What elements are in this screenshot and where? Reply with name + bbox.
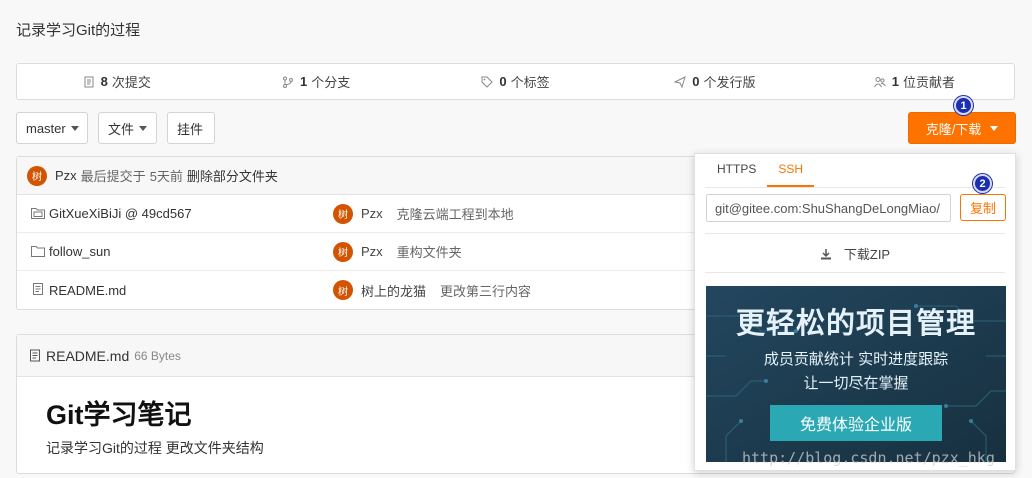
readme-filename: README.md bbox=[46, 347, 130, 364]
stat-releases-label: 个发行版 bbox=[703, 75, 756, 90]
tabs-divider bbox=[705, 187, 1005, 188]
branch-select-button[interactable]: master bbox=[16, 112, 88, 144]
annotation-marker-1: 1 bbox=[954, 96, 973, 115]
stat-commits-count: 8 bbox=[100, 74, 108, 89]
contributors-icon bbox=[873, 76, 886, 87]
stat-tags-count: 0 bbox=[499, 74, 507, 89]
file-commit-message[interactable]: 克隆云端工程到本地 bbox=[397, 204, 514, 223]
clone-dropdown-panel: HTTPS SSH 复制 下载ZIP 更轻松的项目管理 成员贡献统计 实时进度跟… bbox=[694, 153, 1016, 471]
protocol-tabs: HTTPS SSH bbox=[706, 154, 815, 187]
stat-contributors-label: 位贡献者 bbox=[902, 75, 955, 90]
file-name[interactable]: follow_sun bbox=[49, 244, 110, 259]
promo-line-1: 成员贡献统计 实时进度跟踪 bbox=[763, 351, 949, 368]
tag-icon bbox=[481, 76, 494, 88]
promo-trial-button[interactable]: 免费体验企业版 bbox=[770, 405, 942, 441]
folder-icon bbox=[31, 246, 45, 257]
clone-download-label: 克隆/下载 bbox=[925, 121, 982, 137]
file-commit-author[interactable]: Pzx bbox=[361, 206, 383, 221]
promo-title: 更轻松的项目管理 bbox=[735, 308, 976, 340]
file-commit: 树 树上的龙猫 更改第三行内容 bbox=[333, 280, 531, 300]
copy-button[interactable]: 复制 bbox=[960, 194, 1006, 221]
repo-stats-bar: 8 次提交 1 个分支 0 个标签 0 个发行版 1 位贡献者 bbox=[16, 63, 1015, 100]
download-icon bbox=[820, 248, 831, 259]
watermark: http://blog.csdn.net/pzx_hkg bbox=[742, 449, 995, 467]
stat-branches-label: 个分支 bbox=[311, 75, 351, 90]
file-icon bbox=[33, 283, 43, 295]
file-menu-label: 文件 bbox=[108, 121, 135, 137]
stat-contributors-count: 1 bbox=[891, 74, 899, 89]
stat-releases-count: 0 bbox=[692, 74, 700, 89]
repo-description: 记录学习Git的过程 bbox=[16, 22, 141, 39]
commit-message[interactable]: 删除部分文件夹 bbox=[187, 166, 278, 185]
divider bbox=[705, 233, 1005, 234]
file-menu-button[interactable]: 文件 bbox=[98, 112, 157, 144]
avatar[interactable]: 树 bbox=[27, 165, 47, 186]
commit-time: 5天前 bbox=[149, 169, 183, 184]
readme-title: Git学习笔记 bbox=[46, 400, 192, 430]
chevron-down-icon bbox=[139, 125, 147, 131]
file-icon bbox=[30, 349, 40, 362]
submodule-folder-icon bbox=[31, 208, 45, 219]
enterprise-promo-banner[interactable]: 更轻松的项目管理 成员贡献统计 实时进度跟踪 让一切尽在掌握 免费体验企业版 bbox=[706, 286, 1006, 462]
branch-select-label: master bbox=[26, 120, 66, 136]
download-zip-link[interactable]: 下载ZIP bbox=[695, 244, 1015, 263]
readme-text: 记录学习Git的过程 更改文件夹结构 bbox=[46, 440, 264, 456]
file-commit-author[interactable]: 树上的龙猫 bbox=[361, 281, 426, 300]
readme-size: 66 Bytes bbox=[134, 348, 181, 363]
stat-branches-count: 1 bbox=[299, 74, 308, 89]
stat-commits[interactable]: 8 次提交 bbox=[17, 64, 216, 99]
avatar[interactable]: 树 bbox=[333, 203, 353, 224]
avatar[interactable]: 树 bbox=[333, 241, 353, 262]
file-commit-message[interactable]: 更改第三行内容 bbox=[440, 281, 531, 300]
file-commit-message[interactable]: 重构文件夹 bbox=[397, 242, 462, 261]
stat-commits-label: 次提交 bbox=[111, 75, 151, 90]
stat-tags[interactable]: 0 个标签 bbox=[416, 64, 615, 99]
promo-line-2: 让一切尽在掌握 bbox=[803, 375, 909, 392]
plugin-label: 挂件 bbox=[177, 121, 204, 137]
avatar[interactable]: 树 bbox=[333, 280, 353, 300]
clone-download-button[interactable]: 克隆/下载 bbox=[908, 112, 1016, 144]
download-zip-label: 下载ZIP bbox=[843, 247, 891, 262]
stat-contributors[interactable]: 1 位贡献者 bbox=[815, 64, 1014, 99]
tab-https[interactable]: HTTPS bbox=[706, 154, 767, 187]
file-name[interactable]: README.md bbox=[49, 283, 126, 298]
release-icon bbox=[674, 75, 687, 88]
tab-ssh[interactable]: SSH bbox=[767, 154, 815, 187]
divider bbox=[705, 272, 1005, 273]
annotation-marker-2: 2 bbox=[973, 174, 992, 193]
file-commit: 树 Pzx 重构文件夹 bbox=[333, 241, 462, 262]
commit-prefix: 最后提交于 bbox=[80, 169, 146, 184]
chevron-down-icon bbox=[990, 125, 999, 131]
file-commit: 树 Pzx 克隆云端工程到本地 bbox=[333, 203, 514, 224]
chevron-down-icon bbox=[70, 125, 79, 131]
stat-releases[interactable]: 0 个发行版 bbox=[615, 64, 814, 99]
file-commit-author[interactable]: Pzx bbox=[361, 244, 383, 259]
stat-tags-label: 个标签 bbox=[510, 75, 550, 90]
clone-url-input[interactable] bbox=[706, 194, 951, 222]
plugin-button[interactable]: 挂件 bbox=[167, 112, 215, 144]
branch-icon bbox=[282, 76, 293, 88]
commit-icon bbox=[84, 76, 94, 87]
stat-branches[interactable]: 1 个分支 bbox=[216, 64, 415, 99]
file-name[interactable]: GitXueXiBiJi @ 49cd567 bbox=[49, 206, 192, 221]
commit-author[interactable]: Pzx bbox=[55, 168, 77, 183]
